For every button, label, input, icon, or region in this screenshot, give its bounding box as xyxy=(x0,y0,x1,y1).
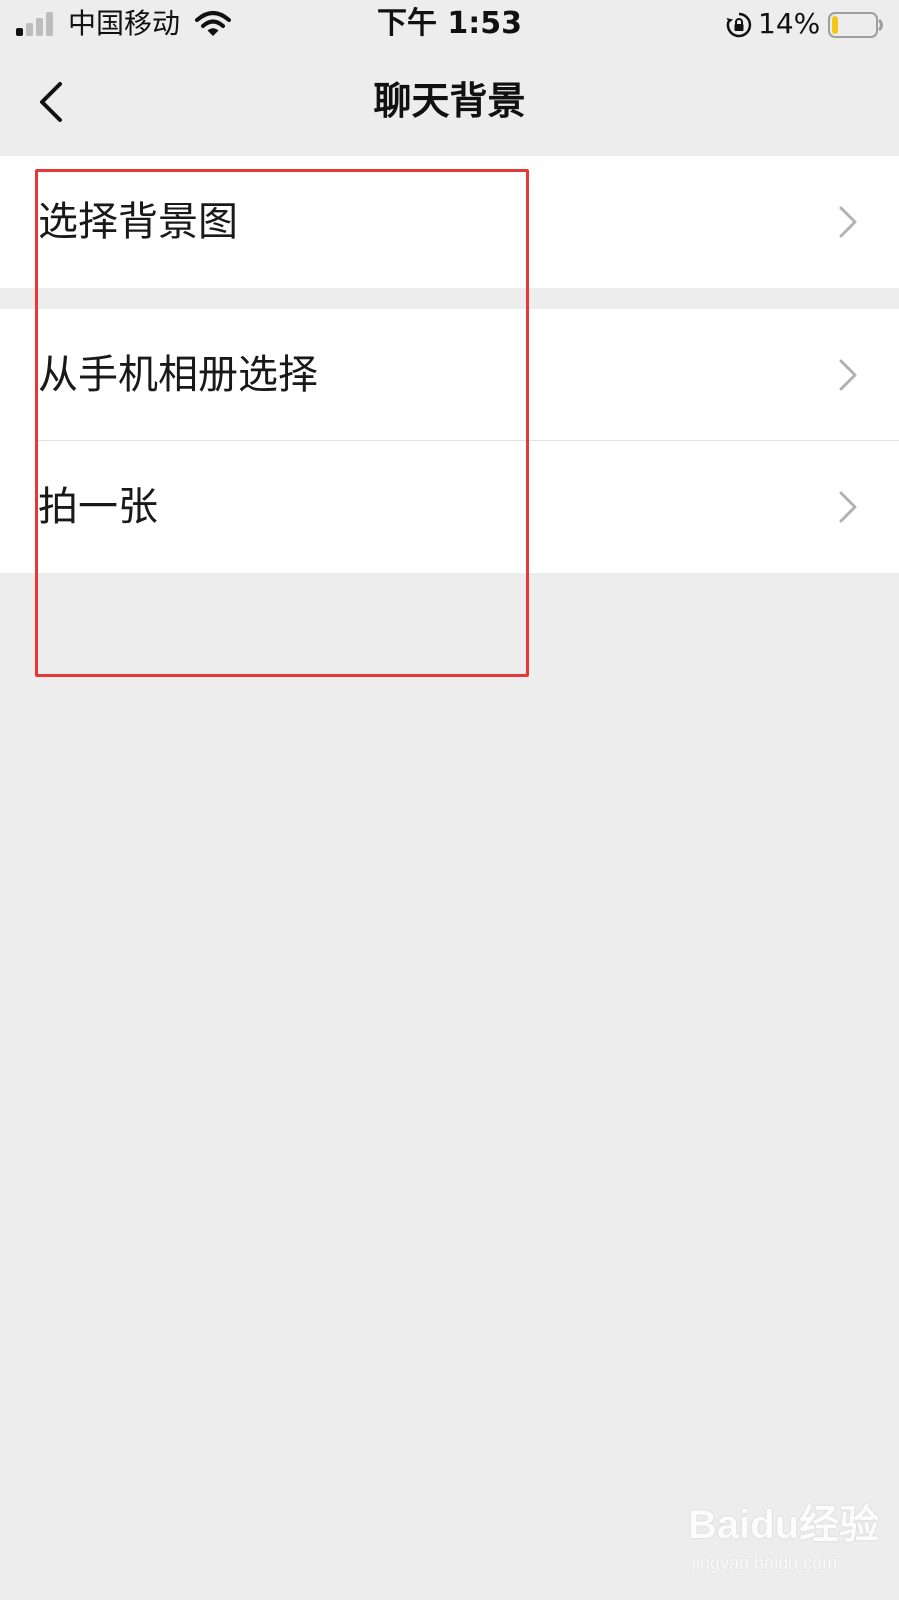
battery-percent: 14% xyxy=(758,7,821,40)
chevron-right-icon xyxy=(839,206,857,238)
orientation-lock-icon xyxy=(726,12,752,38)
chat-background-screen: 中国移动 下午 1:53 14% 聊天背景 选择背景图 从手机相册选择 拍一张 … xyxy=(0,0,899,1600)
chevron-right-icon xyxy=(839,491,857,523)
baidu-jingyan-watermark: Baidu经验 jingyan.baidu.com xyxy=(688,1500,879,1580)
nav-bar: 聊天背景 xyxy=(0,50,899,154)
list-item-label: 从手机相册选择 xyxy=(38,352,318,398)
watermark-url: jingyan.baidu.com xyxy=(692,1553,838,1573)
list-item-label: 拍一张 xyxy=(38,484,158,530)
chevron-right-icon xyxy=(839,359,857,391)
list-group-background-image: 选择背景图 xyxy=(0,156,899,288)
take-photo-item[interactable]: 拍一张 xyxy=(0,441,899,573)
list-group-photo-source: 从手机相册选择 拍一张 xyxy=(0,309,899,573)
choose-from-album-item[interactable]: 从手机相册选择 xyxy=(0,309,899,441)
watermark-logo-text: Baidu经验 xyxy=(688,1503,880,1547)
list-item-label: 选择背景图 xyxy=(38,199,238,245)
select-background-image-item[interactable]: 选择背景图 xyxy=(0,156,899,288)
status-bar: 中国移动 下午 1:53 14% xyxy=(0,0,899,50)
battery-icon xyxy=(828,12,883,38)
page-title: 聊天背景 xyxy=(373,79,526,123)
